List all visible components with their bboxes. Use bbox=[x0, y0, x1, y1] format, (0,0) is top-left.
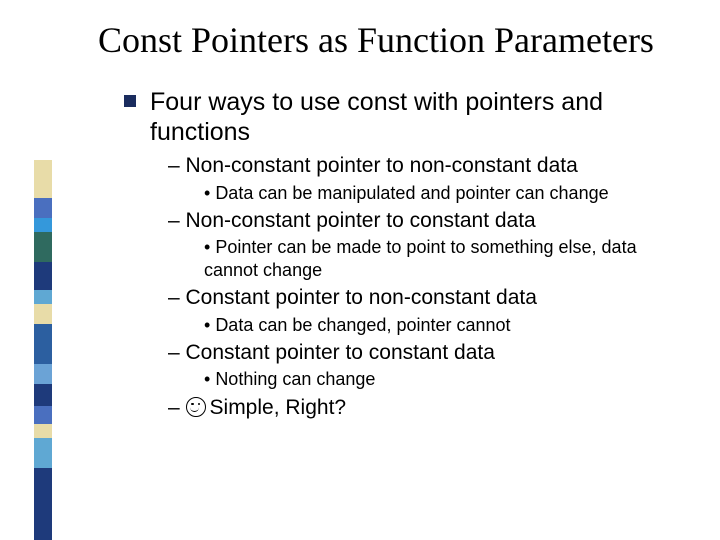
level2-item: Constant pointer to non-constant data bbox=[168, 285, 680, 311]
level2-item: Constant pointer to constant data bbox=[168, 340, 680, 366]
level3-item: Data can be manipulated and pointer can … bbox=[204, 182, 680, 205]
slide-title: Const Pointers as Function Parameters bbox=[98, 20, 680, 61]
level2-closing: Simple, Right? bbox=[168, 395, 680, 421]
slide-content: Const Pointers as Function Parameters Fo… bbox=[98, 20, 680, 421]
level3-item: Pointer can be made to point to somethin… bbox=[204, 236, 680, 281]
level1-text: Four ways to use const with pointers and… bbox=[150, 87, 680, 147]
level2-item: Non-constant pointer to non-constant dat… bbox=[168, 153, 680, 179]
decorative-stripe bbox=[34, 160, 52, 540]
level3-item: Nothing can change bbox=[204, 368, 680, 391]
level2-item: Non-constant pointer to constant data bbox=[168, 208, 680, 234]
closing-text: Simple, Right? bbox=[210, 396, 347, 419]
square-bullet-icon bbox=[124, 95, 136, 107]
level3-item: Data can be changed, pointer cannot bbox=[204, 314, 680, 337]
smiley-icon bbox=[186, 397, 206, 417]
bullet-level1: Four ways to use const with pointers and… bbox=[124, 87, 680, 147]
